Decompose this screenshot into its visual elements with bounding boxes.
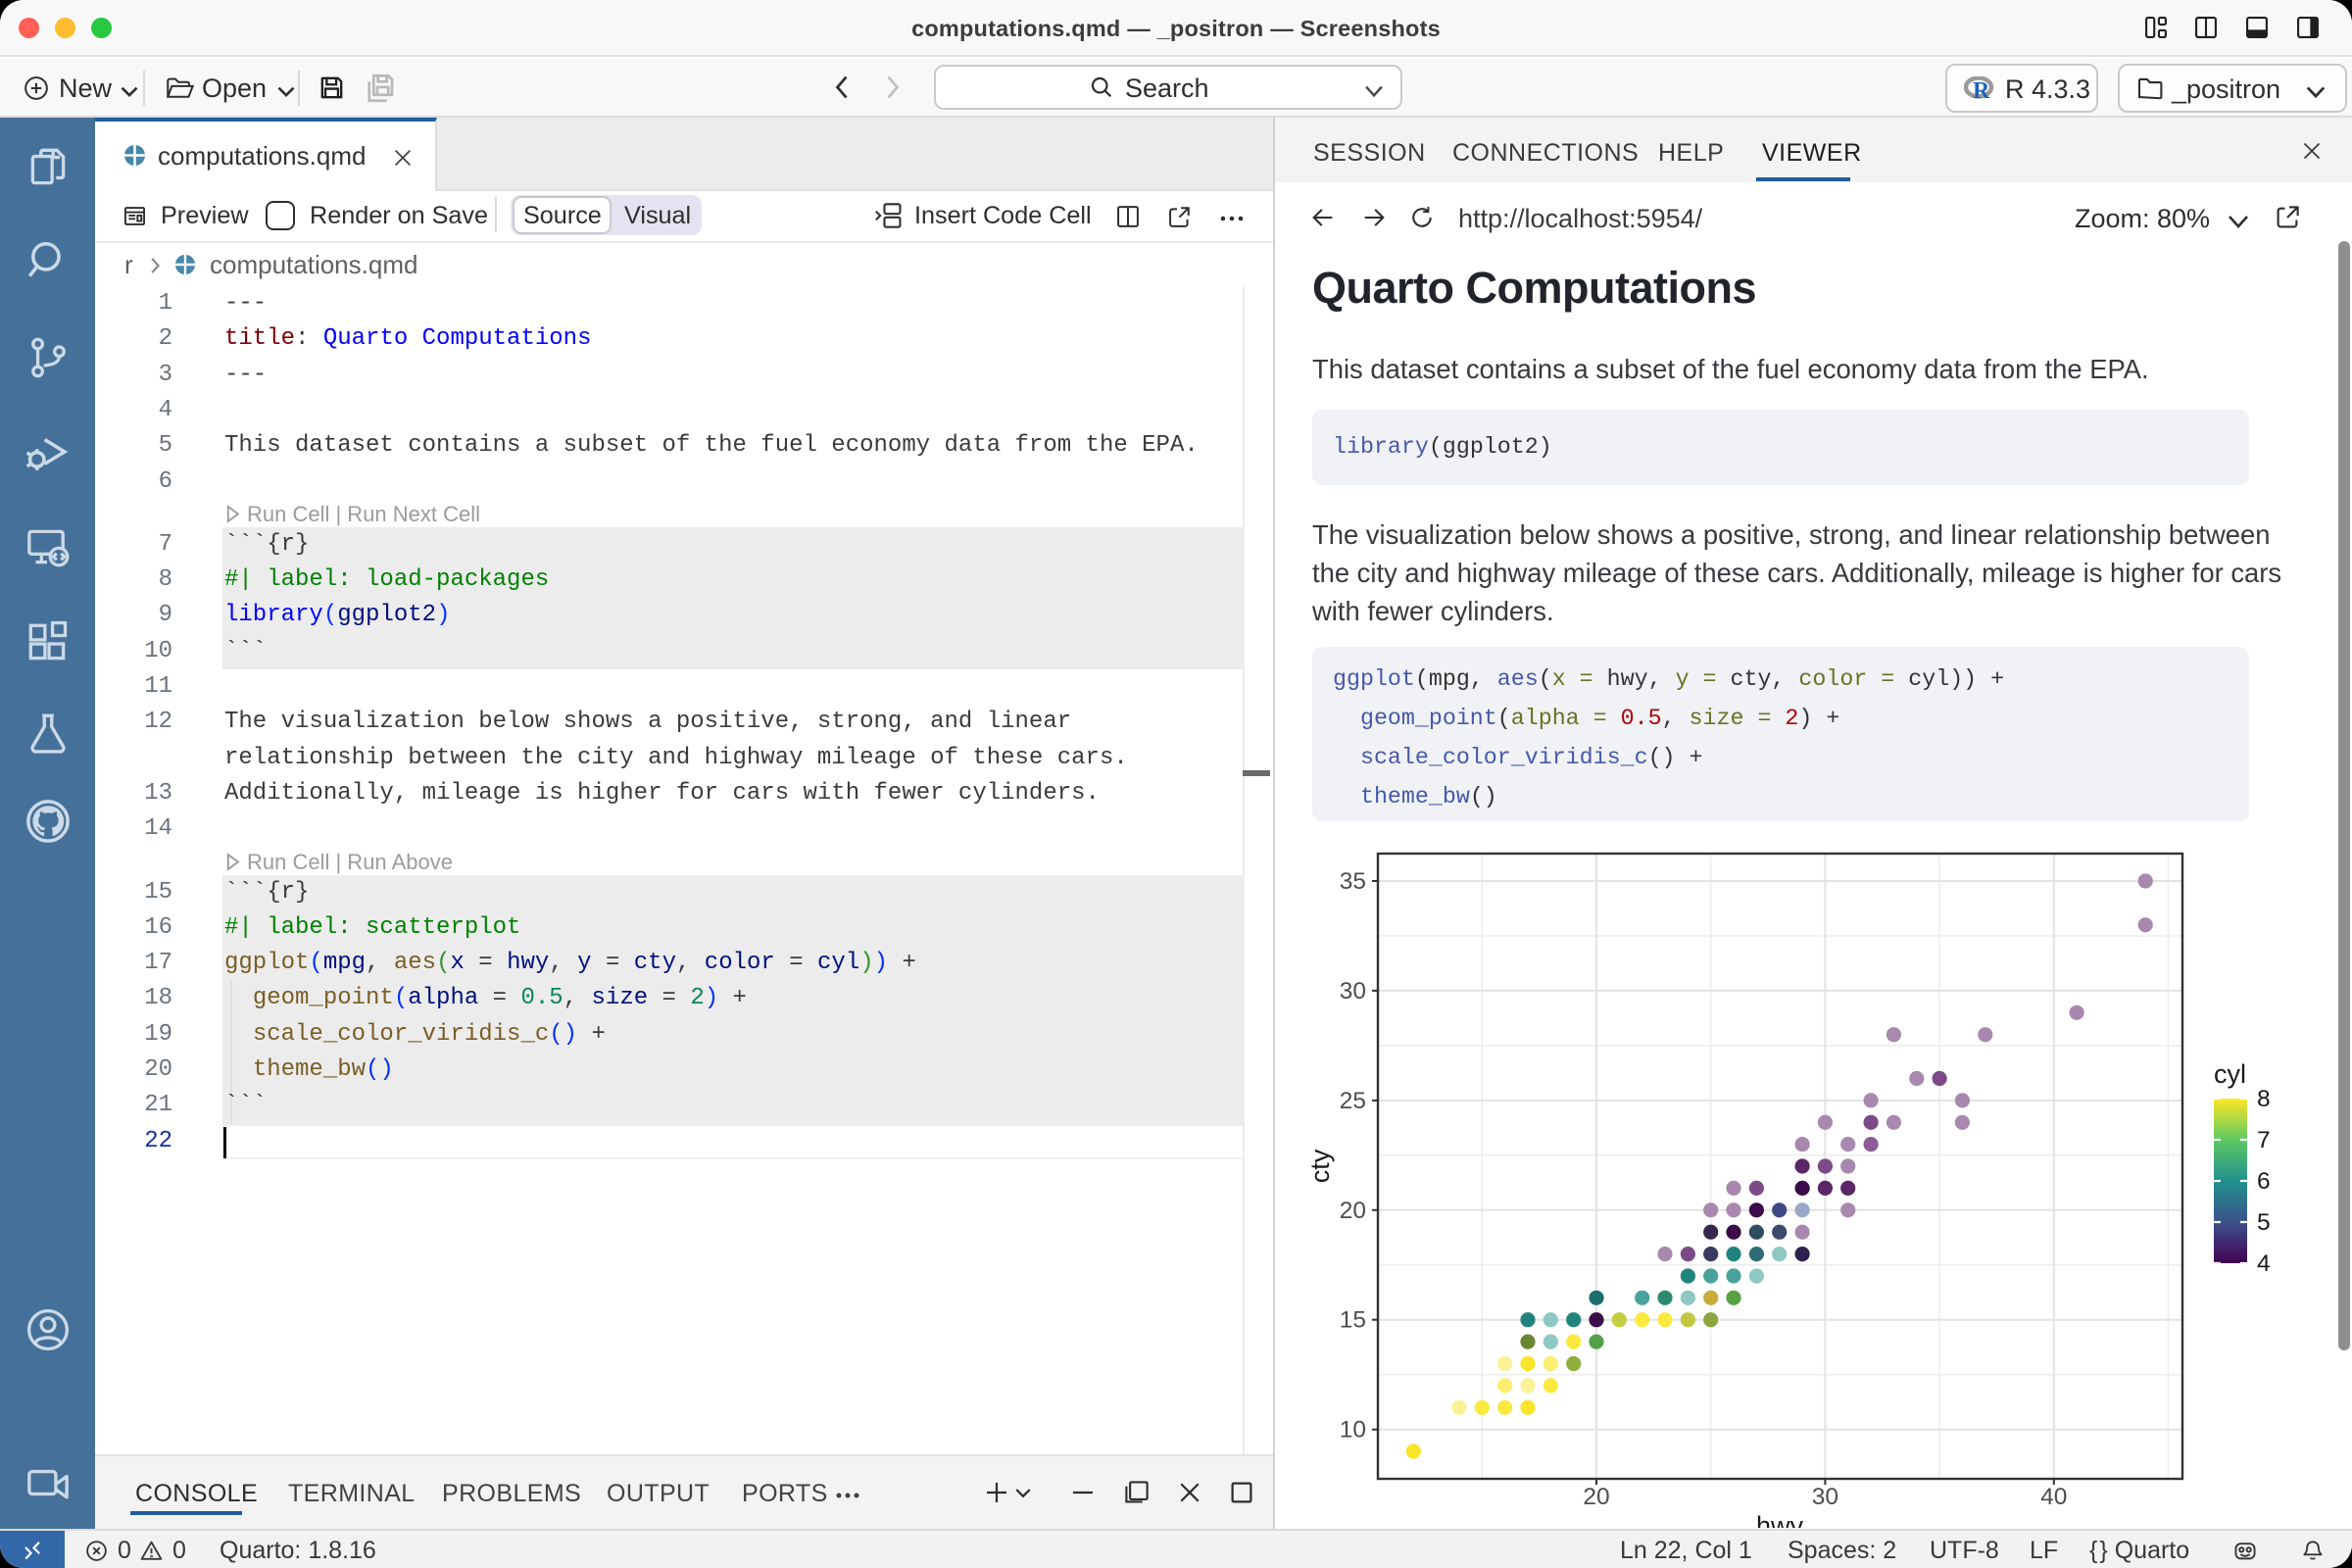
svg-text:20: 20	[1583, 1484, 1609, 1510]
svg-text:hwy: hwy	[1756, 1511, 1804, 1528]
svg-text:6: 6	[2257, 1168, 2271, 1195]
svg-text:10: 10	[1340, 1417, 1366, 1444]
svg-text:15: 15	[1340, 1307, 1366, 1334]
svg-text:cty: cty	[1305, 1149, 1335, 1183]
svg-text:25: 25	[1340, 1088, 1366, 1114]
svg-text:40: 40	[2040, 1484, 2067, 1510]
svg-text:30: 30	[1812, 1484, 1838, 1510]
svg-text:4: 4	[2257, 1250, 2271, 1277]
svg-text:30: 30	[1340, 978, 1366, 1004]
svg-text:5: 5	[2257, 1209, 2271, 1236]
svg-text:35: 35	[1340, 868, 1366, 895]
svg-text:20: 20	[1340, 1198, 1366, 1224]
svg-text:cyl: cyl	[2214, 1059, 2246, 1089]
svg-text:7: 7	[2257, 1127, 2271, 1153]
svg-text:R: R	[1973, 78, 1990, 102]
svg-text:8: 8	[2257, 1086, 2271, 1112]
